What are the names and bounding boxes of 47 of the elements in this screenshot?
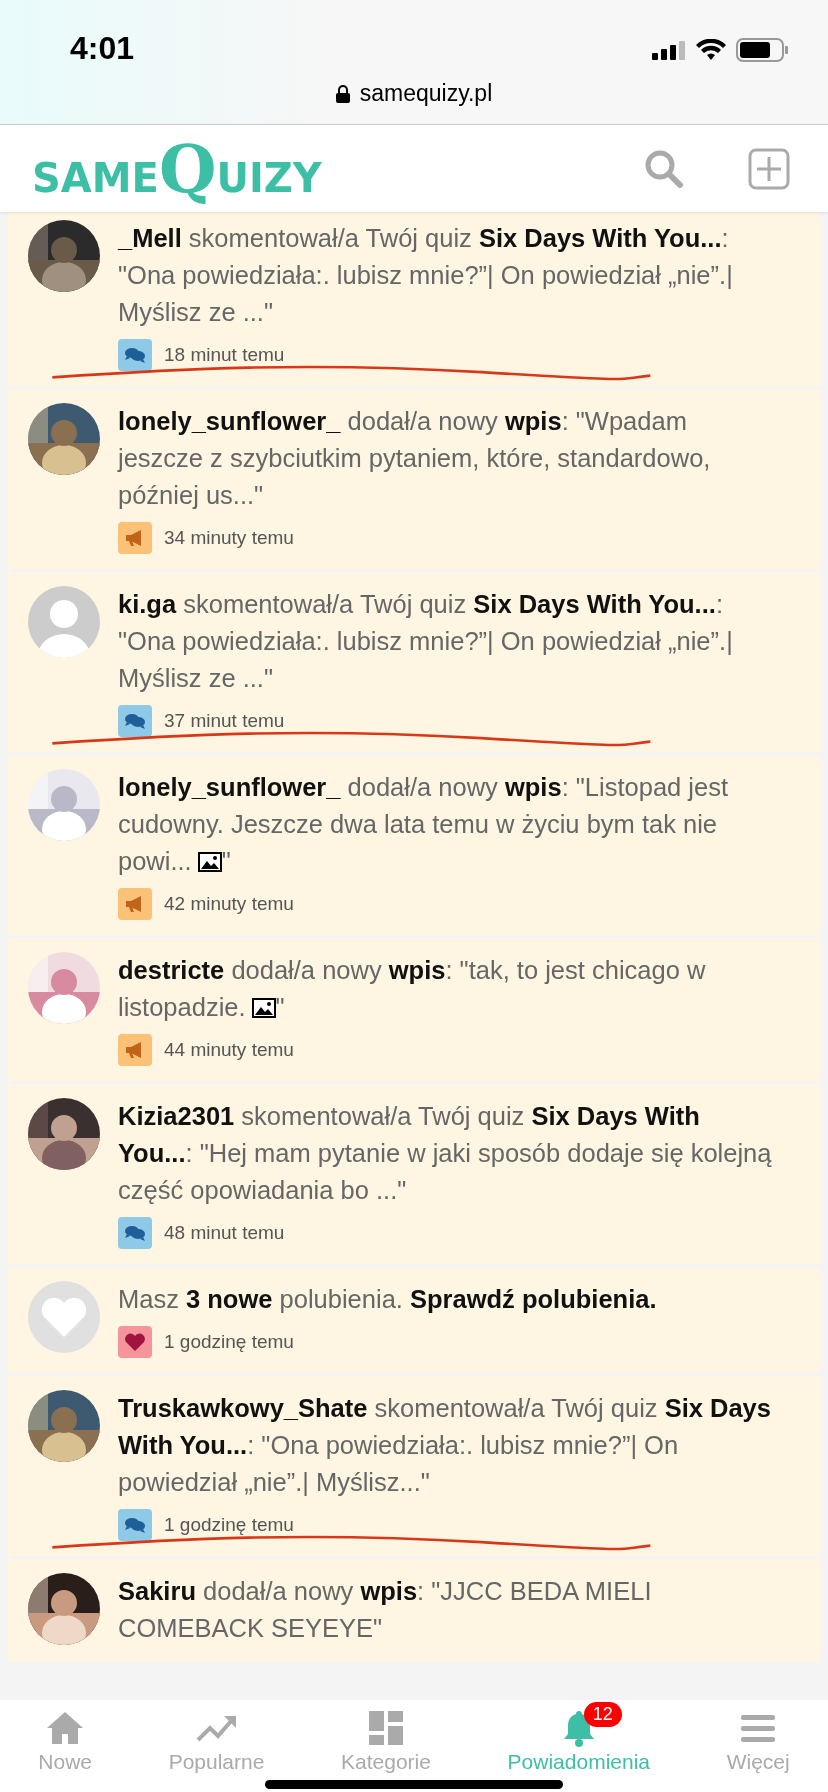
- bell-icon: [561, 1709, 596, 1747]
- notification-text: Sakiru dodał/a nowy wpis: "JJCC BEDA MIELI COMEBACK SEYEYE": [118, 1576, 653, 1644]
- notification-text: destricte dodał/a nowy wpis: "tak, to jest chicago w listopadzie. ": [118, 955, 707, 1023]
- notification-time: 1 godzinę temu: [164, 1331, 294, 1353]
- notification-card[interactable]: lonely_sunflower_ dodał/a nowy wpis: "Listopad jest cudowny. Jeszcze dwa lata temu w życiu bym tak nie powi... " 42 minuty temu: [8, 755, 820, 935]
- dashboard-icon: [369, 1711, 403, 1745]
- notification-card[interactable]: Masz 3 nowe polubienia. Sprawdź polubienia. 1 godzinę temu: [8, 1267, 820, 1373]
- heart-avatar-icon: [28, 1281, 100, 1353]
- megaphone-icon: [118, 1034, 152, 1066]
- notification-time: 34 minuty temu: [164, 527, 294, 549]
- search-icon[interactable]: [644, 148, 684, 189]
- notification-text: Masz 3 nowe polubienia. Sprawdź polubienia.: [118, 1284, 658, 1315]
- notification-card[interactable]: _Mell skomentował/a Twój quiz Six Days With You...: "Ona powiedziała:. lubisz mnie?”| On powiedział „nie”.| Myślisz ze ..." 18 minut temu: [8, 212, 820, 386]
- megaphone-icon: [118, 888, 152, 920]
- notification-card[interactable]: Kizia2301 skomentował/a Twój quiz Six Days With You...: "Hej mam pytanie w jaki sposób dodaje się kolejną część opowiadania bo ..." 48 minut temu: [8, 1084, 820, 1264]
- megaphone-icon: [118, 522, 152, 554]
- notification-time: 44 minuty temu: [164, 1039, 294, 1061]
- comments-icon: [118, 1509, 152, 1541]
- comments-icon: [118, 705, 152, 737]
- add-icon[interactable]: [748, 147, 790, 190]
- notification-card[interactable]: Sakiru dodał/a nowy wpis: "JJCC BEDA MIELI COMEBACK SEYEYE": [8, 1559, 820, 1662]
- comments-icon: [118, 1217, 152, 1249]
- notification-time: 48 minut temu: [164, 1222, 285, 1244]
- notification-card[interactable]: Truskawkowy_Shate skomentował/a Twój quiz Six Days With You...: "Ona powiedziała:. lubisz mnie?”| On powiedział „nie”.| Myślisz..." 1 godzinę temu: [8, 1376, 820, 1556]
- notification-card[interactable]: destricte dodał/a nowy wpis: "tak, to jest chicago w listopadzie. " 44 minuty temu: [8, 938, 820, 1081]
- comments-icon: [118, 339, 152, 371]
- notification-card[interactable]: ki.ga skomentował/a Twój quiz Six Days With You...: "Ona powiedziała:. lubisz mnie?”| On powiedział „nie”.| Myślisz ze ..." 37 minut temu: [8, 572, 820, 752]
- notification-text: lonely_sunflower_ dodał/a nowy wpis: "Wpadam jeszcze z szybciutkim pytaniem, które, standardowo, później us...": [118, 406, 712, 511]
- signal-icon: [652, 40, 686, 60]
- status-time: 4:01: [70, 30, 135, 67]
- lock-icon: [335, 84, 350, 103]
- notification-time: 37 minut temu: [164, 710, 285, 732]
- battery-icon: [736, 38, 788, 62]
- notification-card[interactable]: lonely_sunflower_ dodał/a nowy wpis: "Wpadam jeszcze z szybciutkim pytaniem, które, standardowo, później us..." 34 minuty temu: [8, 389, 820, 569]
- notification-text: lonely_sunflower_ dodał/a nowy wpis: "Listopad jest cudowny. Jeszcze dwa lata temu w życiu bym tak nie powi... ": [118, 772, 730, 877]
- notification-time: 42 minuty temu: [164, 893, 294, 915]
- notification-text: Truskawkowy_Shate skomentował/a Twój quiz Six Days With You...: "Ona powiedziała:. lubisz mnie?”| On powiedział „nie”.| Myślisz...": [118, 1393, 772, 1498]
- notification-time: 18 minut temu: [164, 344, 285, 366]
- notification-text: _Mell skomentował/a Twój quiz Six Days With You...: "Ona powiedziała:. lubisz mnie?”| On powiedział „nie”.| Myślisz ze ...": [118, 223, 734, 328]
- menu-icon: [741, 1713, 776, 1743]
- notification-time: 1 godzinę temu: [164, 1514, 294, 1536]
- notification-text: Kizia2301 skomentował/a Twój quiz Six Days With You...: "Hej mam pytanie w jaki sposób dodaje się kolejną część opowiadania bo ...": [118, 1101, 773, 1206]
- notification-count: 12: [583, 1702, 622, 1727]
- address-url[interactable]: samequizy.pl: [359, 80, 493, 107]
- wifi-icon: [696, 39, 726, 61]
- tab-bar-item[interactable]: 12 Powiadomienia: [497, 1700, 660, 1792]
- notification-text: ki.ga skomentował/a Twój quiz Six Days With You...: "Ona powiedziała:. lubisz mnie?”| On powiedział „nie”.| Myślisz ze ...": [118, 589, 734, 694]
